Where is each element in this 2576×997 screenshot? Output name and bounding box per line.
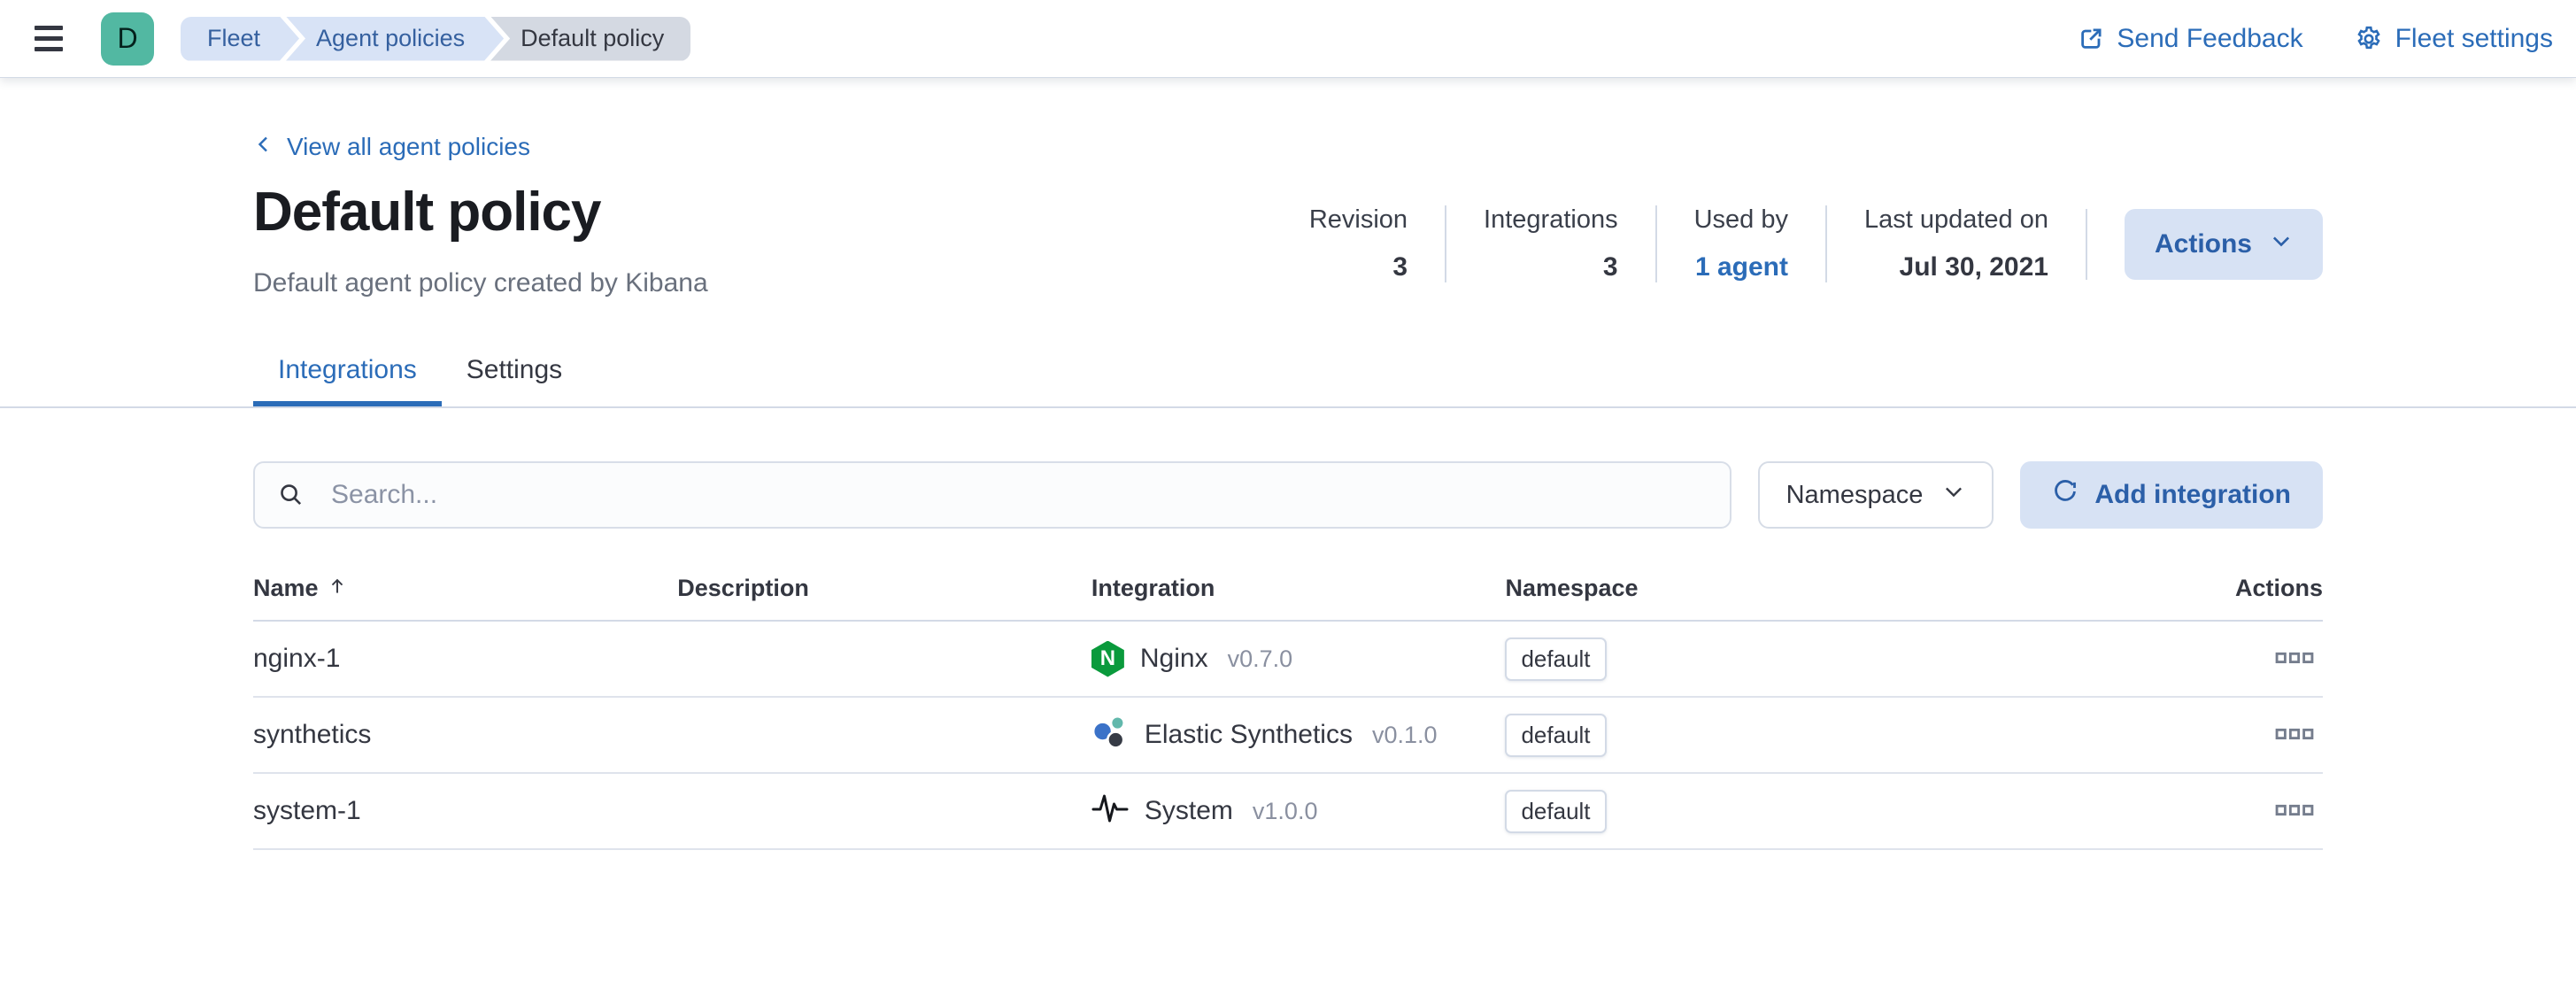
chevron-down-icon — [2270, 229, 2293, 259]
namespace-badge: default — [1505, 714, 1606, 757]
column-header-name[interactable]: Name — [253, 575, 677, 621]
boxes-horizontal-icon — [2275, 808, 2314, 822]
page-title: Default policy — [253, 181, 708, 243]
cell-description — [677, 621, 1091, 697]
chevron-down-icon — [1942, 480, 1965, 510]
cell-namespace: default — [1505, 621, 1919, 697]
cell-name: nginx-1 — [253, 621, 677, 697]
policy-header: View all agent policies Default policy D… — [0, 78, 2576, 406]
top-bar: D Fleet Agent policies Default policy Se… — [0, 0, 2576, 78]
column-header-description: Description — [677, 575, 1091, 621]
tab-settings[interactable]: Settings — [442, 355, 587, 406]
add-integration-button[interactable]: Add integration — [2020, 461, 2323, 529]
breadcrumb-agent-policies[interactable]: Agent policies — [286, 17, 504, 61]
integrations-panel: Namespace Add integration — [0, 408, 2576, 850]
nginx-icon: N — [1091, 641, 1124, 677]
cell-namespace: default — [1505, 773, 1919, 849]
fleet-settings-link[interactable]: Fleet settings — [2355, 24, 2553, 54]
search-box — [253, 461, 1731, 529]
menu-button[interactable] — [23, 13, 74, 65]
policy-stats: Revision 3 Integrations 3 Used by 1 agen… — [1309, 205, 2323, 282]
column-header-namespace: Namespace — [1505, 575, 1919, 621]
table-row: nginx-1 N Nginx v0.7.0 default — [253, 621, 2323, 697]
cell-namespace: default — [1505, 697, 1919, 773]
cell-integration: N Nginx v0.7.0 — [1091, 621, 1506, 697]
elastic-synthetics-icon — [1091, 713, 1129, 757]
integration-version: v0.1.0 — [1372, 722, 1438, 749]
hamburger-icon — [35, 26, 63, 30]
cell-description — [677, 697, 1091, 773]
boxes-horizontal-icon — [2275, 732, 2314, 746]
table-row: synthetics Elastic Synthetics v0.1.0 — [253, 697, 2323, 773]
stat-used-by: Used by 1 agent — [1655, 205, 1825, 282]
send-feedback-link[interactable]: Send Feedback — [2078, 24, 2302, 54]
cell-actions — [1919, 697, 2323, 773]
integration-version: v0.7.0 — [1228, 645, 1293, 673]
actions-button[interactable]: Actions — [2125, 209, 2323, 280]
breadcrumb-fleet[interactable]: Fleet — [181, 17, 299, 61]
system-icon — [1091, 789, 1129, 833]
page-subtitle: Default agent policy created by Kibana — [253, 268, 708, 298]
gear-icon — [2355, 25, 2383, 53]
cell-description — [677, 773, 1091, 849]
policy-tabs: Integrations Settings — [253, 355, 2323, 406]
integration-version: v1.0.0 — [1253, 798, 1318, 825]
breadcrumb: Fleet Agent policies Default policy — [181, 17, 690, 61]
cell-actions — [1919, 621, 2323, 697]
sort-ascending-icon — [328, 575, 347, 602]
search-input[interactable] — [253, 461, 1731, 529]
column-header-actions: Actions — [1919, 575, 2323, 621]
stat-last-updated: Last updated on Jul 30, 2021 — [1825, 205, 2086, 282]
column-header-integration: Integration — [1091, 575, 1506, 621]
namespace-filter-button[interactable]: Namespace — [1758, 461, 1994, 529]
refresh-icon — [2052, 478, 2079, 512]
row-actions-button[interactable] — [2275, 798, 2323, 822]
external-link-icon — [2078, 26, 2104, 52]
view-all-agent-policies-link[interactable]: View all agent policies — [253, 133, 530, 161]
cell-integration: System v1.0.0 — [1091, 773, 1506, 849]
tab-integrations[interactable]: Integrations — [253, 355, 442, 406]
row-actions-button[interactable] — [2275, 645, 2323, 669]
namespace-badge: default — [1505, 790, 1606, 833]
chevron-left-icon — [253, 133, 274, 161]
cell-name: system-1 — [253, 773, 677, 849]
table-header-row: Name Description Integration Namespace A… — [253, 575, 2323, 621]
used-by-agents-link[interactable]: 1 agent — [1694, 252, 1788, 282]
row-actions-button[interactable] — [2275, 722, 2323, 746]
table-row: system-1 System v1.0.0 default — [253, 773, 2323, 849]
namespace-badge: default — [1505, 638, 1606, 681]
space-avatar-badge[interactable]: D — [101, 12, 154, 66]
boxes-horizontal-icon — [2275, 656, 2314, 669]
stat-revision: Revision 3 — [1309, 205, 1445, 282]
cell-name: synthetics — [253, 697, 677, 773]
stat-integrations: Integrations 3 — [1445, 205, 1655, 282]
breadcrumb-default-policy: Default policy — [490, 17, 690, 61]
integrations-table: Name Description Integration Namespace A… — [253, 575, 2323, 850]
cell-integration: Elastic Synthetics v0.1.0 — [1091, 697, 1506, 773]
cell-actions — [1919, 773, 2323, 849]
integrations-toolbar: Namespace Add integration — [253, 461, 2323, 529]
